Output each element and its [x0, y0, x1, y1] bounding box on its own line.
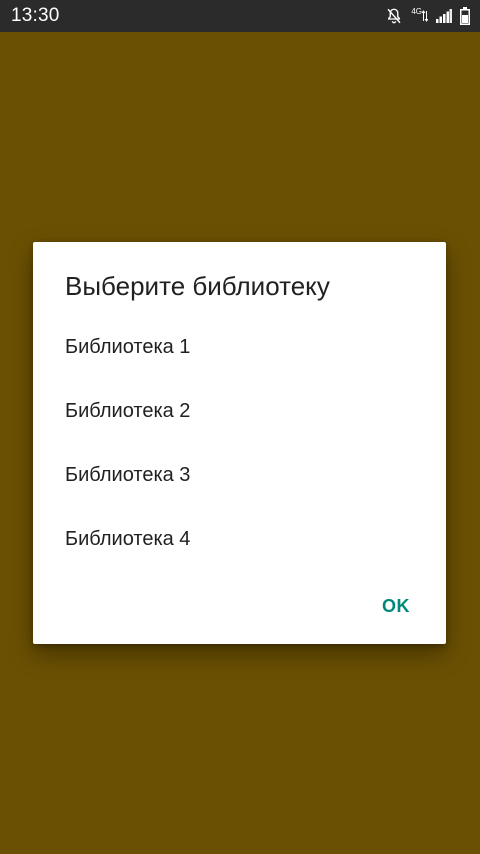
- library-item-4[interactable]: Библиотека 4: [33, 507, 446, 571]
- library-item-1[interactable]: Библиотека 1: [33, 315, 446, 379]
- library-item-3[interactable]: Библиотека 3: [33, 443, 446, 507]
- dialog-actions: OK: [362, 584, 430, 628]
- status-icons: 4G: [385, 6, 470, 26]
- network-type-indicator: 4G: [411, 7, 428, 22]
- library-item-label: Библиотека 3: [65, 463, 191, 486]
- signal-icon: [436, 9, 452, 23]
- network-label: 4G: [411, 7, 422, 16]
- library-picker-dialog: Выберите библиотеку Библиотека 1 Библиот…: [33, 242, 446, 644]
- library-item-label: Библиотека 1: [65, 335, 191, 358]
- library-item-label: Библиотека 2: [65, 399, 191, 422]
- bell-off-icon: [385, 7, 403, 25]
- dialog-title: Выберите библиотеку: [65, 271, 330, 301]
- status-time: 13:30: [11, 5, 60, 26]
- status-bar: 13:30 4G: [0, 0, 480, 32]
- library-item-label: Библиотека 4: [65, 527, 191, 550]
- library-item-2[interactable]: Библиотека 2: [33, 379, 446, 443]
- ok-button[interactable]: OK: [362, 586, 430, 627]
- network-arrows-icon: [422, 10, 428, 22]
- battery-icon: [460, 7, 470, 25]
- library-list: Библиотека 1 Библиотека 2 Библиотека 3 Б…: [33, 315, 446, 571]
